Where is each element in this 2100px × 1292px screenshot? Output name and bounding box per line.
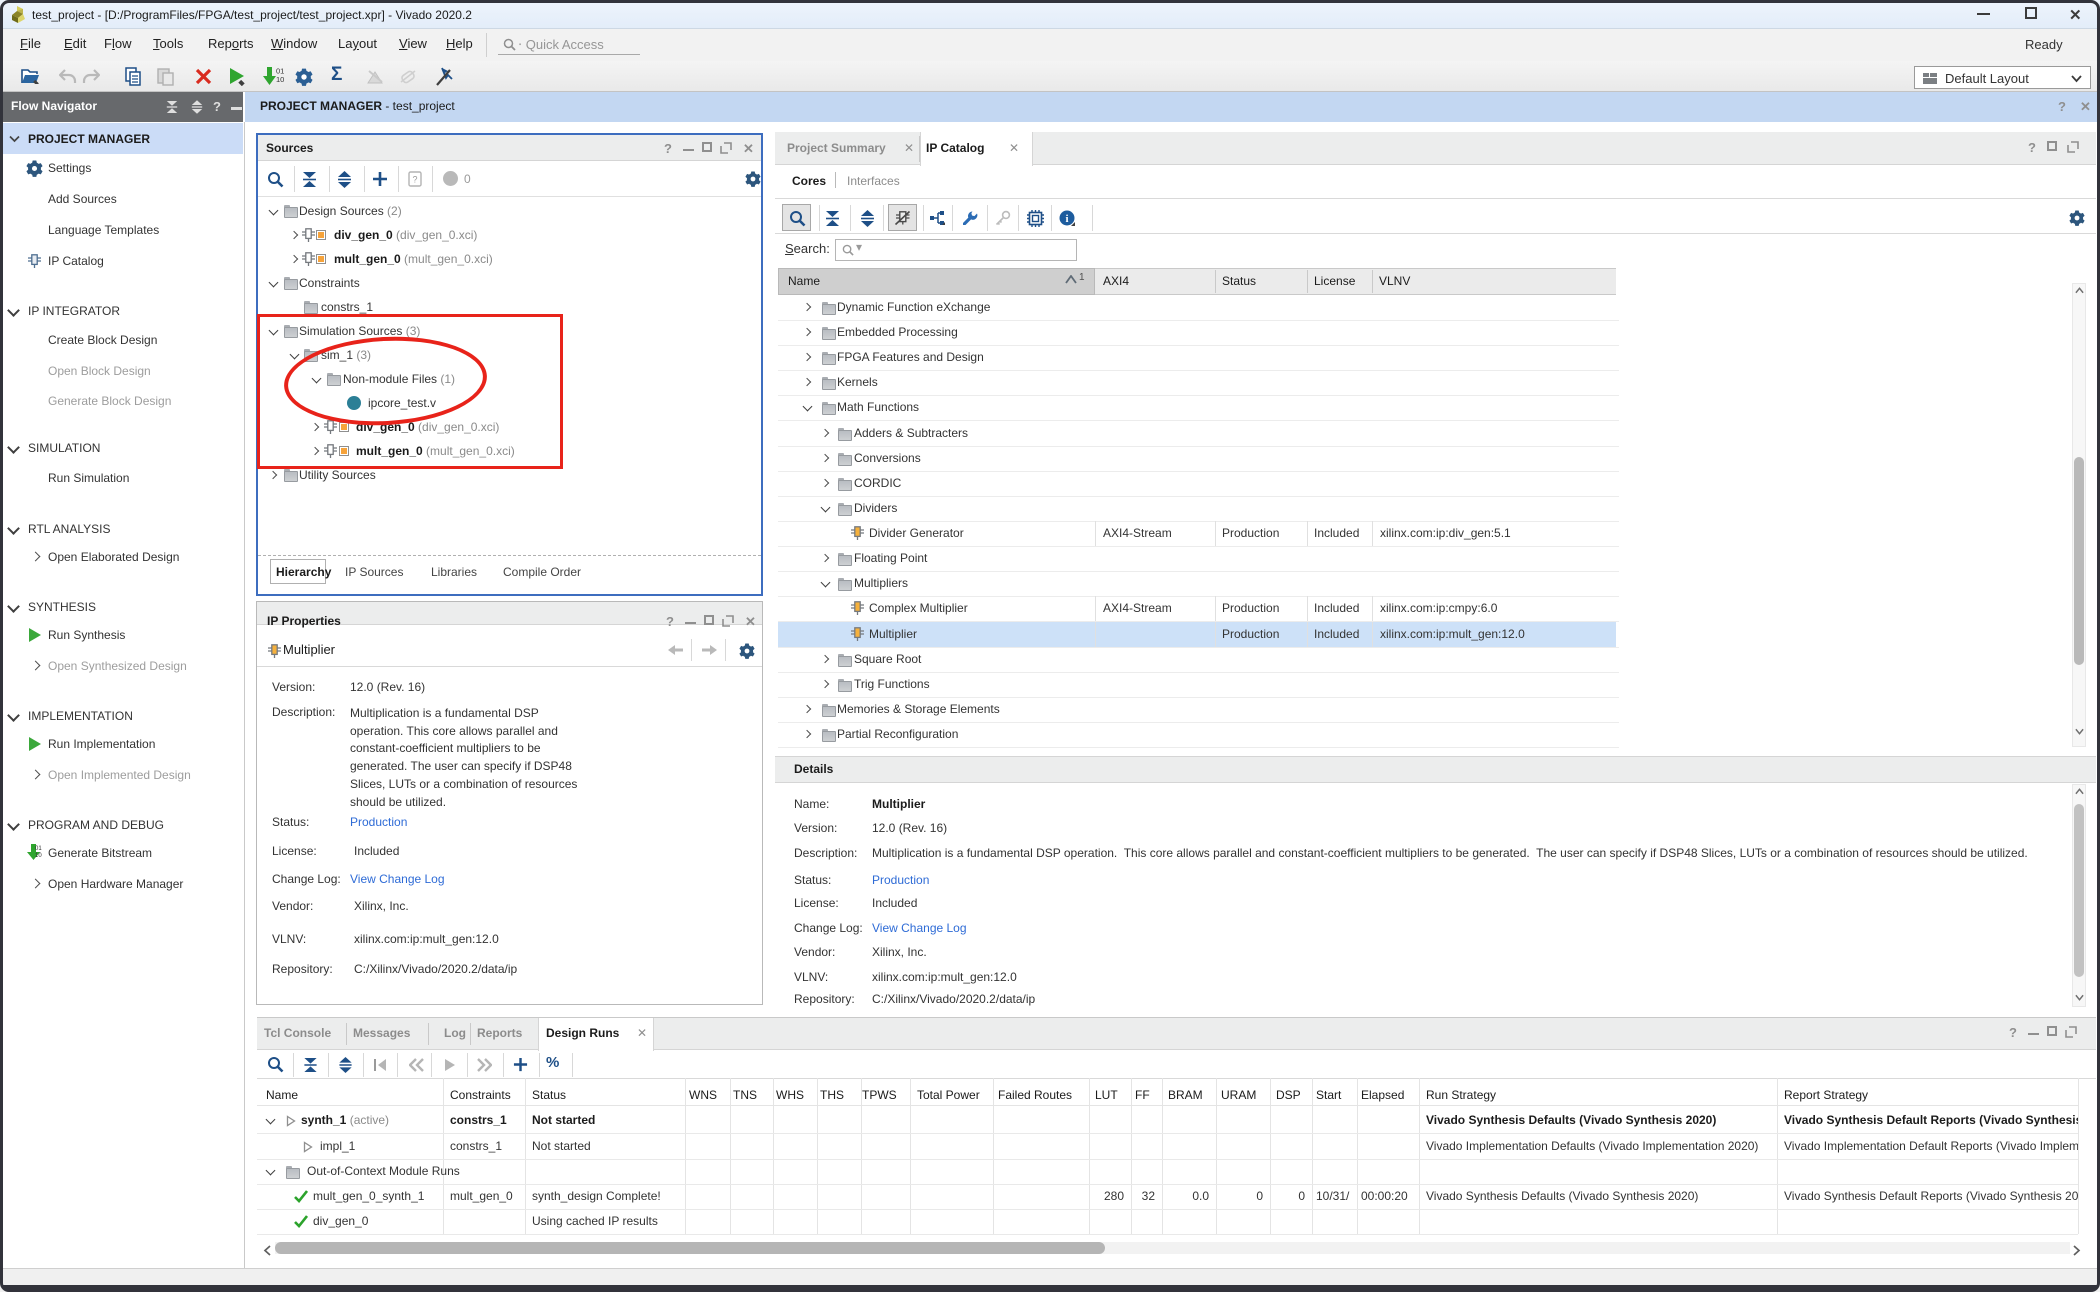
svg-text:i: i [1065,213,1068,225]
svg-text:10: 10 [276,75,284,84]
svg-text:10: 10 [35,853,42,859]
svg-text:01: 01 [35,846,42,852]
svg-text:?: ? [412,175,417,185]
